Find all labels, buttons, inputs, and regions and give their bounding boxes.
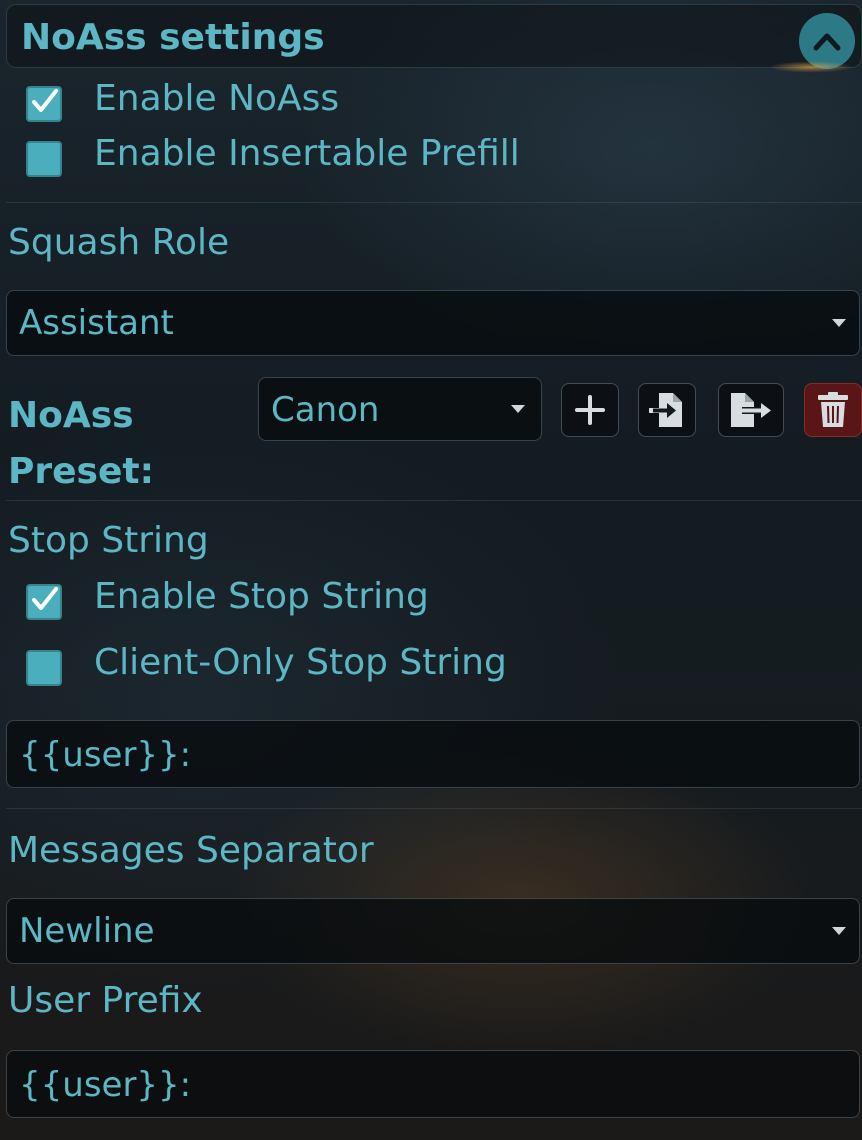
import-preset-button[interactable] [638,383,696,437]
file-import-icon [649,393,682,427]
user-prefix-input[interactable]: {{user}}: [6,1050,860,1118]
preset-value: Canon [271,390,380,430]
export-preset-button[interactable] [718,383,784,437]
stop-string-label: Stop String [8,520,209,561]
enable-noass-checkbox[interactable] [26,86,62,122]
enable-noass-label: Enable NoAss [94,78,340,119]
divider [6,202,862,203]
caret-down-icon [832,319,846,327]
divider [6,500,862,501]
checkmark-icon [32,587,58,610]
client-only-stop-string-label: Client-Only Stop String [94,642,507,683]
plus-icon [575,395,605,425]
add-preset-button[interactable] [561,383,619,437]
squash-role-select[interactable]: Assistant [6,290,860,356]
client-only-stop-string-checkbox[interactable] [26,650,62,686]
enable-stop-string-label: Enable Stop String [94,576,429,617]
messages-separator-label: Messages Separator [8,830,374,871]
enable-insertable-prefill-checkbox[interactable] [26,141,62,177]
divider [6,808,862,809]
messages-separator-select[interactable]: Newline [6,898,860,964]
squash-role-label: Squash Role [8,222,230,263]
squash-role-value: Assistant [19,303,174,343]
stop-string-value: {{user}}: [19,735,192,775]
preset-label: NoAss Preset: [8,395,155,492]
enable-insertable-prefill-label: Enable Insertable Prefill [94,133,520,174]
messages-separator-value: Newline [19,911,155,951]
header-glow [741,57,861,77]
trash-icon [818,392,848,427]
enable-stop-string-checkbox[interactable] [26,584,62,620]
file-export-icon [731,393,771,427]
stop-string-input[interactable]: {{user}}: [6,720,860,788]
user-prefix-label: User Prefix [8,980,203,1021]
noass-settings-header[interactable]: NoAss settings [6,4,862,77]
preset-select[interactable]: Canon [258,377,542,441]
user-prefix-value: {{user}}: [19,1065,192,1105]
chevron-up-icon [813,33,841,51]
caret-down-icon [832,927,846,935]
checkmark-icon [32,89,58,112]
caret-down-icon [511,405,525,413]
section-title: NoAss settings [21,17,325,58]
delete-preset-button[interactable] [804,383,862,437]
